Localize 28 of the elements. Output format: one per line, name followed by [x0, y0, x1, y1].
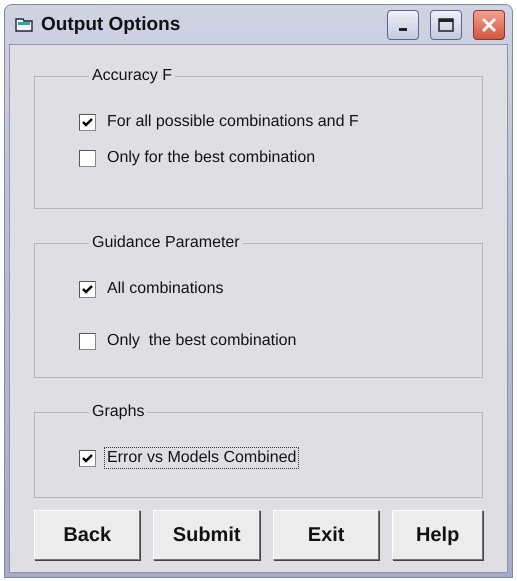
maximize-button[interactable]: [430, 10, 462, 40]
dialog-button[interactable]: Help: [392, 510, 484, 560]
check-icon: [82, 284, 93, 294]
check-icon: [82, 118, 93, 126]
close-icon: [481, 16, 497, 32]
check-icon: [82, 454, 93, 462]
minimize-button[interactable]: [387, 10, 419, 40]
group-title: Accuracy F: [91, 67, 174, 85]
checkbox[interactable]: [79, 450, 96, 466]
dialog-button[interactable]: Back: [34, 510, 140, 560]
dialog-button[interactable]: Submit: [153, 510, 260, 560]
checkbox-label[interactable]: Only for the best combination: [104, 147, 318, 169]
checkbox[interactable]: [79, 114, 96, 130]
checkbox-label[interactable]: For all possible combinations and F: [104, 111, 362, 133]
group-title: Graphs: [91, 403, 146, 421]
checkbox-label[interactable]: Only the best combination: [104, 330, 300, 352]
checkbox[interactable]: [79, 332, 96, 350]
checkbox-label[interactable]: All combinations: [104, 278, 226, 300]
window-icon: [15, 18, 33, 32]
window-title: Output Options: [41, 14, 182, 36]
dialog-button[interactable]: Exit: [272, 510, 380, 560]
group-title: Guidance Parameter: [91, 234, 241, 252]
checkbox-label[interactable]: Error vs Models Combined: [104, 447, 300, 469]
checkbox[interactable]: [79, 280, 96, 298]
checkbox[interactable]: [79, 150, 96, 166]
maximize-icon: [438, 18, 454, 32]
minimize-icon: [399, 28, 407, 31]
close-button[interactable]: [473, 10, 505, 40]
